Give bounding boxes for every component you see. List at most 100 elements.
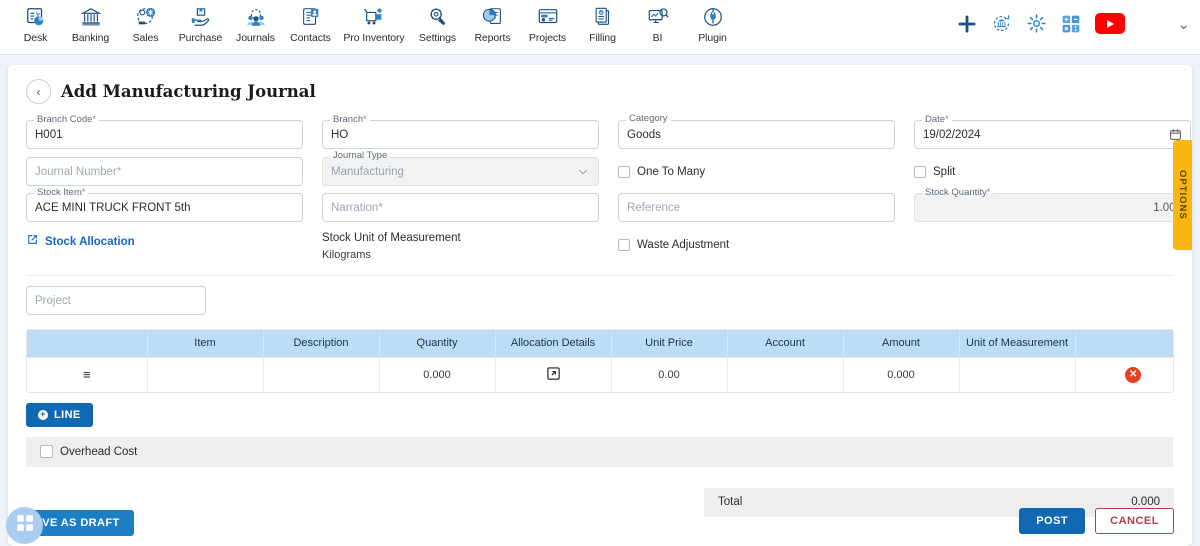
journals-people-icon [241, 3, 271, 30]
table-header-row: Item Description Quantity Allocation Det… [27, 330, 1173, 357]
stock-uom-group: Stock Unit of Measurement Kilograms [322, 230, 599, 263]
branch-value: HO [331, 128, 349, 141]
journal-type-value: Manufacturing [331, 165, 404, 178]
col-header-uom: Unit of Measurement [959, 330, 1076, 357]
delete-circle-icon[interactable]: ✕ [1125, 366, 1142, 383]
youtube-icon[interactable] [1095, 13, 1126, 34]
stock-uom-label: Stock Unit of Measurement [322, 232, 461, 244]
projects-board-icon [533, 3, 563, 30]
reports-piechart-icon [478, 3, 508, 30]
narration-field[interactable]: Narration* [322, 193, 599, 222]
chevron-down-icon[interactable]: ⌄ [1177, 15, 1190, 33]
overhead-cost-bar: Overhead Cost [26, 436, 1173, 467]
overhead-cost-checkbox[interactable]: Overhead Cost [40, 437, 137, 466]
stock-allocation-label: Stock Allocation [45, 236, 135, 248]
reference-field[interactable]: Reference [618, 193, 895, 222]
journal-number-field[interactable]: Journal Number* [26, 157, 303, 186]
nav-item-filling[interactable]: Filling [575, 0, 630, 44]
branch-field[interactable]: Branch* HO [322, 114, 599, 149]
row-quantity[interactable]: 0.000 [379, 356, 496, 392]
total-label: Total [718, 496, 743, 508]
category-cell: Category Goods [618, 114, 895, 157]
nav-item-purchase[interactable]: Purchase [173, 0, 228, 44]
nav-item-label: Desk [23, 32, 48, 44]
journal-type-field[interactable]: Journal Type Manufacturing [322, 151, 599, 186]
nav-item-label: Banking [71, 32, 110, 44]
nav-item-label: Pro Inventory [343, 32, 405, 44]
back-button[interactable]: ‹ [26, 79, 51, 104]
nav-item-label: Plugin [698, 32, 727, 44]
table-row: ≡ 0.000 0.00 0.000 ✕ [27, 356, 1173, 392]
category-field[interactable]: Category Goods [618, 114, 895, 149]
nav-item-contacts[interactable]: Contacts [283, 0, 338, 44]
options-side-tab[interactable]: OPTIONS [1173, 140, 1192, 250]
branch-code-cell: Branch Code* H001 [26, 114, 303, 157]
row-allocation-details [495, 356, 612, 392]
purchase-hand-icon [186, 3, 216, 30]
form-row-2: Journal Number* Journal Type Manufacturi… [26, 151, 1174, 193]
form-card: OPTIONS ‹ Add Manufacturing Journal Bran… [8, 65, 1192, 546]
checkbox-box [914, 165, 926, 178]
nav-item-label: Contacts [290, 32, 331, 44]
cancel-button[interactable]: CANCEL [1095, 508, 1174, 534]
calculator-icon[interactable] [1061, 14, 1081, 34]
nav-right-actions: ⌄ [957, 13, 1190, 34]
add-line-button[interactable]: + LINE [26, 402, 93, 427]
nav-item-label: Sales [132, 32, 159, 44]
date-label: Date* [922, 114, 952, 125]
col-header-unit-price: Unit Price [611, 330, 728, 357]
col-header-amount: Amount [843, 330, 960, 357]
stock-allocation-cell: Stock Allocation [26, 230, 303, 267]
add-line-label: LINE [54, 408, 81, 421]
external-link-icon[interactable] [546, 366, 561, 381]
form-row-1: Branch Code* H001 Branch* HO Category Go… [26, 114, 1191, 157]
nav-item-label: Filling [589, 32, 616, 44]
total-value: 0.000 [1131, 496, 1160, 508]
date-cell: Date* 19/02/2024 [914, 114, 1191, 157]
nav-item-plugin[interactable]: Plugin [685, 0, 740, 44]
split-checkbox[interactable]: Split [914, 157, 1191, 186]
nav-item-label: Journals [236, 32, 275, 44]
branch-code-field[interactable]: Branch Code* H001 [26, 114, 303, 149]
col-header-handle [27, 330, 148, 357]
nav-item-label: BI [652, 32, 663, 44]
row-description[interactable] [263, 356, 380, 392]
nav-item-bi[interactable]: BI [630, 0, 685, 44]
waste-adjustment-checkbox[interactable]: Waste Adjustment [618, 230, 895, 259]
row-account[interactable] [727, 356, 844, 392]
col-header-actions [1075, 330, 1173, 357]
form-row-4: Stock Allocation Stock Unit of Measureme… [26, 230, 1174, 267]
one-to-many-checkbox[interactable]: One To Many [618, 157, 895, 186]
post-button[interactable]: POST [1019, 508, 1086, 534]
nav-item-pro-inventory[interactable]: Pro Inventory [338, 0, 410, 44]
line-items-table: Item Description Quantity Allocation Det… [26, 329, 1174, 393]
nav-item-label: Reports [474, 32, 511, 44]
row-item[interactable] [147, 356, 264, 392]
gear-icon[interactable] [1026, 13, 1047, 34]
journal-number-placeholder: Journal Number* [35, 165, 122, 178]
chevron-down-icon[interactable] [576, 165, 590, 179]
refresh-bank-icon[interactable] [991, 13, 1012, 34]
nav-item-journals[interactable]: Journals [228, 0, 283, 44]
apps-grid-fab[interactable] [6, 507, 43, 544]
stock-allocation-link[interactable]: Stock Allocation [26, 230, 303, 251]
drag-handle-icon[interactable]: ≡ [83, 367, 91, 382]
sales-tag-icon [131, 3, 161, 30]
nav-item-banking[interactable]: Banking [63, 0, 118, 44]
add-plus-icon[interactable] [957, 14, 977, 34]
reference-cell: Reference [618, 193, 895, 230]
stock-item-field[interactable]: Stock Item* ACE MINI TRUCK FRONT 5th [26, 187, 303, 222]
row-uom[interactable] [959, 356, 1076, 392]
col-header-allocation-details: Allocation Details [495, 330, 612, 357]
branch-code-label: Branch Code* [34, 114, 99, 125]
row-unit-price[interactable]: 0.00 [611, 356, 728, 392]
nav-item-reports[interactable]: Reports [465, 0, 520, 44]
nav-item-sales[interactable]: Sales [118, 0, 173, 44]
nav-item-settings[interactable]: Settings [410, 0, 465, 44]
date-field[interactable]: Date* 19/02/2024 [914, 114, 1191, 149]
top-navigation-bar: Desk Banking Sales Purchase Journals Con… [0, 0, 1200, 55]
nav-item-projects[interactable]: Projects [520, 0, 575, 44]
project-field[interactable]: Project [26, 286, 206, 315]
filling-documents-icon [588, 3, 618, 30]
nav-item-desk[interactable]: Desk [8, 0, 63, 44]
